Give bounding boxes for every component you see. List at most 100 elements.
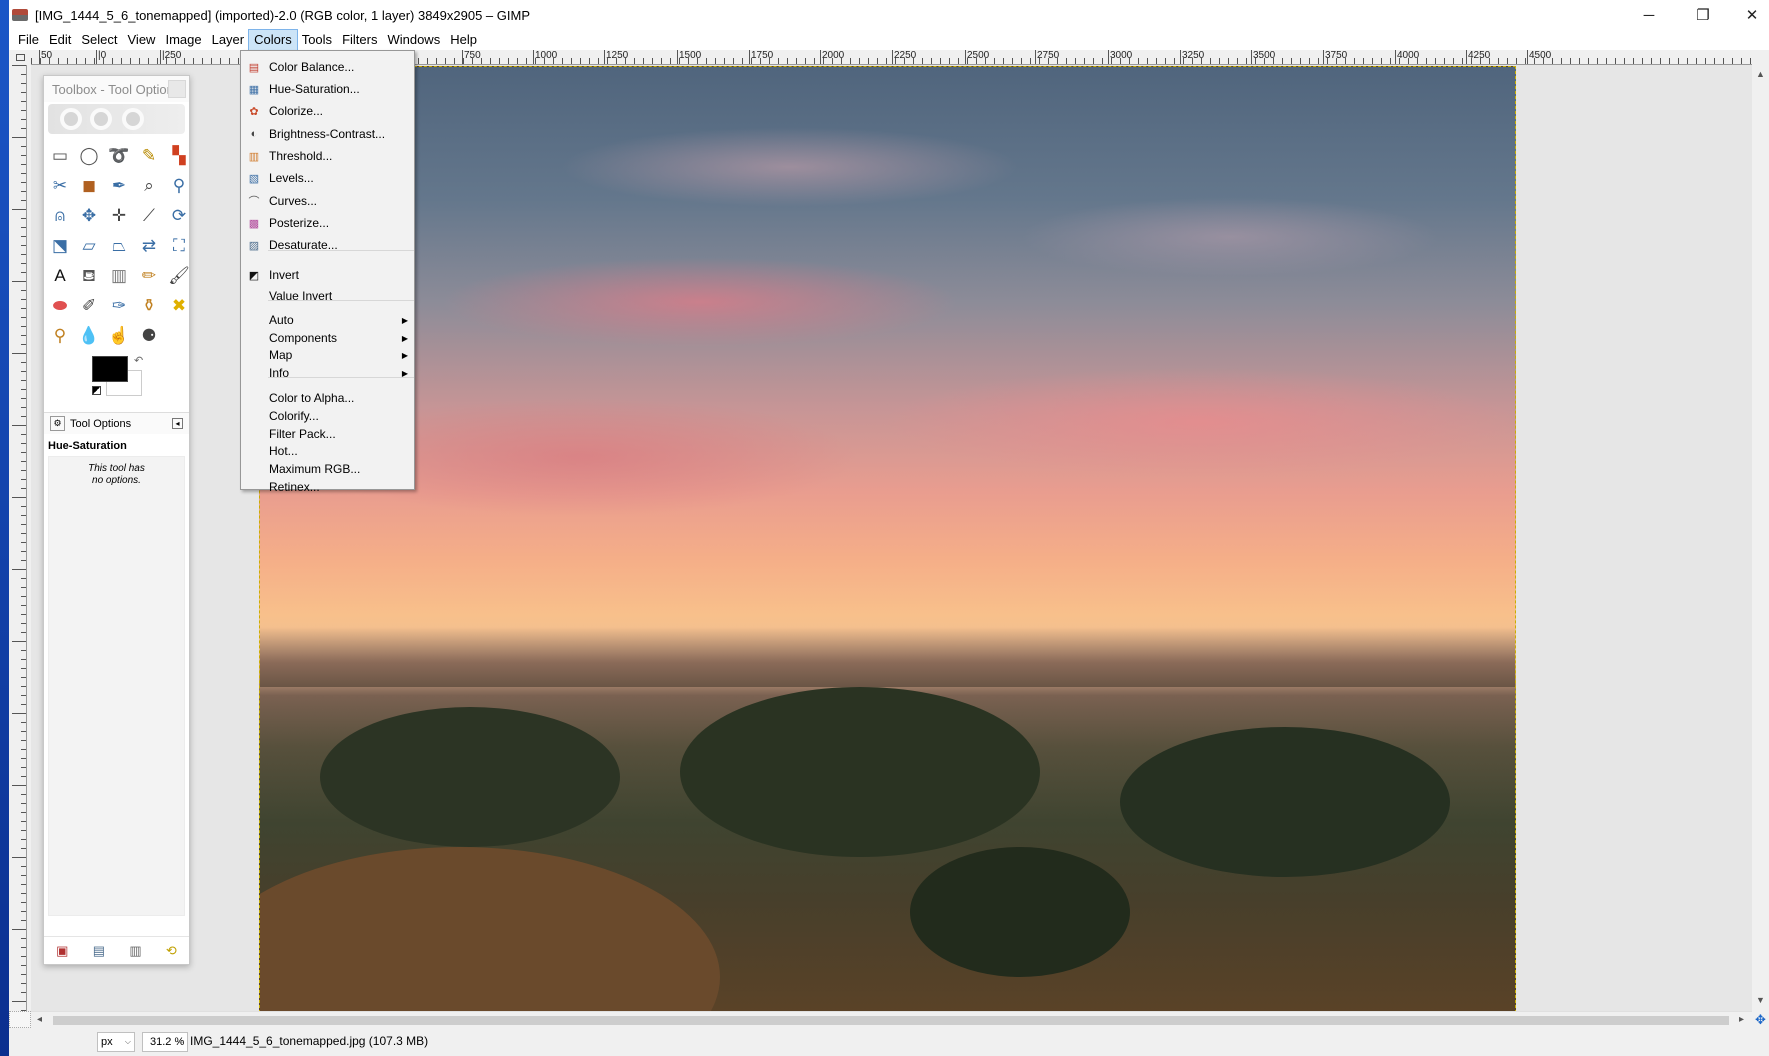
vertical-scrollbar[interactable]: ▲ ▼ xyxy=(1752,65,1769,1011)
scissors-select-icon[interactable]: ✂ xyxy=(46,170,74,200)
colors-menu-item[interactable]: ◩ Invert xyxy=(241,265,414,285)
menu-windows[interactable]: Windows xyxy=(382,30,445,50)
colors-menu-item[interactable]: Maximum RGB... xyxy=(241,459,414,479)
default-colors-icon[interactable] xyxy=(92,386,101,395)
menu-edit[interactable]: Edit xyxy=(44,30,76,50)
free-select-icon[interactable]: ➰ xyxy=(104,140,134,170)
save-options-icon[interactable]: ▣ xyxy=(56,943,68,959)
heal-icon[interactable]: ✖ xyxy=(164,290,194,320)
minimize-button[interactable]: ─ xyxy=(1626,0,1672,30)
colors-menu-item[interactable]: ⌒ Curves... xyxy=(241,191,414,211)
ruler-minor-tick xyxy=(733,58,734,64)
cage-transform-icon[interactable]: ⛶ xyxy=(164,230,194,260)
ruler-minor-tick xyxy=(220,58,221,64)
crop-icon[interactable]: ⟋ xyxy=(134,200,164,230)
menu-help[interactable]: Help xyxy=(445,30,482,50)
select-by-color-icon[interactable]: ▚ xyxy=(164,140,194,170)
scroll-right-icon[interactable]: ▸ xyxy=(1739,1014,1744,1025)
rect-select-icon[interactable]: ▭ xyxy=(46,140,74,170)
align-icon[interactable]: ✛ xyxy=(104,200,134,230)
restore-options-icon[interactable]: ▤ xyxy=(93,943,105,959)
perspective-clone-icon[interactable]: ⚲ xyxy=(46,320,74,350)
menu-layer[interactable]: Layer xyxy=(207,30,250,50)
colors-menu-item[interactable]: ▤ Color Balance... xyxy=(241,57,414,77)
clone-icon[interactable]: ⚱ xyxy=(134,290,164,320)
colors-menu-item[interactable]: Hot... xyxy=(241,441,414,461)
color-picker-icon[interactable]: ⌕ xyxy=(134,170,164,200)
menu-colors[interactable]: Colors xyxy=(248,29,298,51)
ruler-tick xyxy=(21,488,26,489)
colors-menu-item[interactable]: ▧ Levels... xyxy=(241,168,414,188)
colors-menu-item[interactable]: Retinex... xyxy=(241,477,414,497)
colors-menu-item[interactable]: Map ▶ xyxy=(241,345,414,365)
scale-icon[interactable]: ⬔ xyxy=(46,230,74,260)
measure-icon[interactable]: ⍝ xyxy=(46,200,74,230)
toolbox-close-button[interactable] xyxy=(168,80,186,98)
image-layer[interactable] xyxy=(259,66,1516,1011)
menu-view[interactable]: View xyxy=(123,30,161,50)
tab-menu-icon[interactable]: ◂ xyxy=(172,418,183,429)
rotate-icon[interactable]: ⟳ xyxy=(164,200,194,230)
fuzzy-select-icon[interactable]: ✎ xyxy=(134,140,164,170)
colors-menu-item[interactable]: ▦ Hue-Saturation... xyxy=(241,79,414,99)
airbrush-icon[interactable]: ✐ xyxy=(74,290,104,320)
blend-icon[interactable]: ▥ xyxy=(104,260,134,290)
ruler-tick xyxy=(21,146,26,147)
shear-icon[interactable]: ▱ xyxy=(74,230,104,260)
flip-icon[interactable]: ⇄ xyxy=(134,230,164,260)
paintbrush-icon[interactable]: 🖌 xyxy=(164,260,194,290)
zoom-selector[interactable]: 31.2 % ⌵ xyxy=(142,1032,188,1052)
ellipse-select-icon[interactable]: ◯ xyxy=(74,140,104,170)
unit-selector[interactable]: px ⌵ xyxy=(97,1032,135,1052)
dodge-burn-icon[interactable]: ⚈ xyxy=(134,320,164,350)
menu-filters[interactable]: Filters xyxy=(337,30,382,50)
reset-options-icon[interactable]: ⟲ xyxy=(166,943,177,959)
bucket-fill-icon[interactable]: ⛾ xyxy=(74,260,104,290)
scroll-down-icon[interactable]: ▼ xyxy=(1756,995,1765,1005)
colors-menu-item[interactable]: Info ▶ xyxy=(241,363,414,383)
scroll-up-icon[interactable]: ▲ xyxy=(1756,69,1765,79)
paths-icon[interactable]: ✒ xyxy=(104,170,134,200)
ruler-tick xyxy=(21,92,26,93)
ruler-minor-tick xyxy=(1534,58,1535,64)
colors-menu-item[interactable]: ◐ Brightness-Contrast... xyxy=(241,124,414,144)
colors-menu-item[interactable]: Color to Alpha... xyxy=(241,388,414,408)
wilber-drop-area[interactable] xyxy=(48,104,185,134)
ruler-corner-button[interactable] xyxy=(9,50,31,65)
colors-menu-item[interactable]: ✿ Colorize... xyxy=(241,101,414,121)
blur-icon[interactable]: 💧 xyxy=(74,320,104,350)
menu-tools[interactable]: Tools xyxy=(297,30,337,50)
navigate-icon[interactable]: ✥ xyxy=(1752,1011,1769,1028)
pencil-icon[interactable]: ✏ xyxy=(134,260,164,290)
eraser-icon[interactable]: ⬬ xyxy=(46,290,74,320)
colors-menu-item[interactable]: Auto ▶ xyxy=(241,310,414,330)
menu-select[interactable]: Select xyxy=(76,30,122,50)
swap-colors-icon[interactable]: ↶ xyxy=(134,354,143,367)
ruler-tick xyxy=(21,263,26,264)
tool-options-tab[interactable]: ⚙ Tool Options ◂ xyxy=(44,412,189,434)
menu-file[interactable]: File xyxy=(13,30,44,50)
close-button[interactable]: ✕ xyxy=(1729,0,1769,30)
colors-menu-item[interactable]: ▩ Posterize... xyxy=(241,213,414,233)
text-icon[interactable]: A xyxy=(46,260,74,290)
menu-image[interactable]: Image xyxy=(160,30,206,50)
ruler-major-tick xyxy=(1180,50,1181,64)
smudge-icon[interactable]: ☝ xyxy=(104,320,134,350)
horizontal-scroll-thumb[interactable] xyxy=(53,1016,1729,1025)
quick-mask-toggle[interactable] xyxy=(9,1011,31,1028)
foreground-color-swatch[interactable] xyxy=(92,356,128,382)
colors-menu-item[interactable]: Colorify... xyxy=(241,406,414,426)
move-icon[interactable]: ✥ xyxy=(74,200,104,230)
foreground-select-icon[interactable]: ◼ xyxy=(74,170,104,200)
colors-menu-item[interactable]: ▥ Threshold... xyxy=(241,146,414,166)
perspective-icon[interactable]: ⏢ xyxy=(104,230,134,260)
colors-menu-item[interactable]: ▨ Desaturate... xyxy=(241,235,414,255)
zoom-icon[interactable]: ⚲ xyxy=(164,170,194,200)
ink-icon[interactable]: ✑ xyxy=(104,290,134,320)
horizontal-scrollbar[interactable]: ◂ ▸ xyxy=(31,1011,1752,1028)
delete-options-icon[interactable]: ▥ xyxy=(129,943,141,959)
restore-button[interactable]: ❐ xyxy=(1680,0,1726,30)
ruler-minor-tick xyxy=(1606,58,1607,64)
scroll-left-icon[interactable]: ◂ xyxy=(37,1014,42,1025)
colors-menu-item[interactable]: Value Invert xyxy=(241,286,414,306)
